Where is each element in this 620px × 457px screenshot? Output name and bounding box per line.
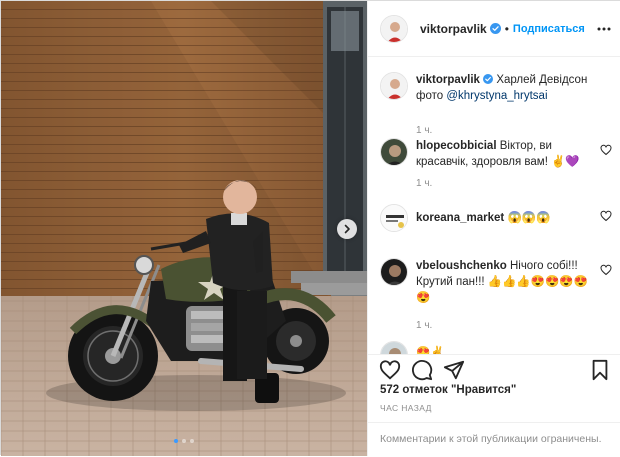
heart-icon[interactable] (379, 359, 401, 381)
post-actions: 572 отметок "Нравится" ЧАС НАЗАД Коммент… (368, 354, 620, 456)
comment-username[interactable]: vbeloushchenko (416, 260, 507, 272)
comment-time[interactable]: 1 ч. (416, 320, 432, 331)
author-avatar[interactable] (380, 14, 408, 43)
post-caption: viktorpavlik Харлей Девідсон фото @khrys… (380, 72, 612, 136)
comment-body: 😍✌️ (416, 347, 445, 354)
post-photo[interactable] (1, 1, 367, 456)
carousel-dot-1 (174, 439, 178, 443)
avatar-image (381, 73, 407, 99)
commenter-avatar[interactable] (380, 204, 408, 232)
comment-username[interactable]: hlopecobbicial (416, 140, 497, 152)
post-time[interactable]: ЧАС НАЗАД (380, 403, 432, 413)
comment-time[interactable]: 1 ч. (416, 178, 432, 189)
avatar-image (381, 205, 407, 231)
post-header: viktorpavlik • Подписаться (368, 1, 620, 57)
comment-item: koreana_market 😱😱😱 (380, 204, 612, 238)
header-separator: • (504, 21, 509, 36)
caption-mention[interactable]: @khrystyna_hrytsai (446, 90, 547, 102)
caption-text: viktorpavlik Харлей Девідсон фото @khrys… (416, 72, 592, 104)
avatar-image (381, 15, 407, 42)
post-side-panel: viktorpavlik • Подписаться viktorpavlik … (367, 1, 620, 456)
caption-author-avatar[interactable] (380, 72, 408, 100)
avatar-image (381, 342, 407, 354)
heart-icon[interactable] (600, 144, 612, 156)
commenter-avatar[interactable] (380, 258, 408, 286)
comment-text: vbeloushchenko Нічого собі!!! Крутий пан… (416, 258, 592, 306)
chevron-right-icon (344, 224, 350, 234)
carousel-next-button[interactable] (337, 219, 357, 239)
comment-text: koreana_market 😱😱😱 (416, 210, 592, 226)
more-options-icon[interactable] (596, 21, 612, 37)
share-icon[interactable] (443, 359, 465, 381)
comment-item: hlopecobbicial Віктор, ви красавчік, здо… (380, 138, 612, 194)
carousel-dot-2 (182, 439, 186, 443)
comment-body: 😱😱😱 (507, 212, 551, 224)
carousel-dot-3 (190, 439, 194, 443)
verified-icon (483, 74, 494, 84)
bookmark-icon[interactable] (589, 359, 611, 381)
heart-icon[interactable] (600, 210, 612, 222)
comment-username[interactable]: koreana_market (416, 212, 504, 224)
comments-disabled-note: Комментарии к этой публикации ограничены… (368, 422, 620, 457)
caption-time[interactable]: 1 ч. (416, 125, 432, 136)
carousel-indicator (1, 439, 367, 443)
comment-icon[interactable] (411, 359, 433, 381)
comment-text: hlopecobbicial Віктор, ви красавчік, здо… (416, 138, 592, 170)
comment-text: 😍✌️ (416, 345, 592, 354)
instagram-post: viktorpavlik • Подписаться viktorpavlik … (0, 0, 620, 456)
avatar-image (381, 259, 407, 285)
comments-list[interactable]: viktorpavlik Харлей Девідсон фото @khrys… (368, 58, 620, 354)
motorcycle-photo-illustration (1, 1, 367, 456)
author-username[interactable]: viktorpavlik (420, 22, 487, 36)
caption-username[interactable]: viktorpavlik (416, 74, 480, 86)
verified-icon (489, 23, 501, 34)
avatar-image (381, 139, 407, 165)
comment-item: vbeloushchenko Нічого собі!!! Крутий пан… (380, 258, 612, 338)
commenter-avatar[interactable] (380, 138, 408, 166)
comment-item: 😍✌️ (380, 341, 612, 354)
commenter-avatar[interactable] (380, 341, 408, 354)
heart-icon[interactable] (600, 264, 612, 276)
likes-count[interactable]: 572 отметок "Нравится" (380, 384, 516, 396)
follow-button[interactable]: Подписаться (513, 23, 585, 35)
